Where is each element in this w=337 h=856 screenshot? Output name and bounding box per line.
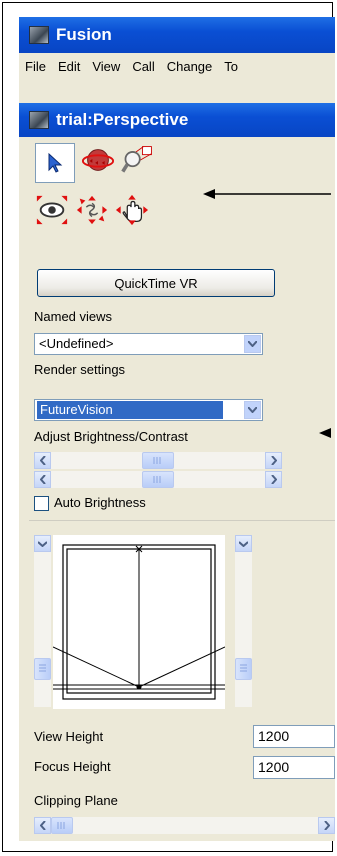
navigation-tools-row-2 xyxy=(35,193,149,227)
navigation-tools-row-1 xyxy=(35,143,155,183)
view-height-scrollbar[interactable] xyxy=(34,535,51,707)
fusion-window: Fusion File Edit View Call Change To tri… xyxy=(19,17,335,841)
panel-title: trial:Perspective xyxy=(56,110,189,129)
render-settings-value: FutureVision xyxy=(37,401,223,419)
orbit-icon[interactable] xyxy=(81,143,115,177)
brightness-slider[interactable] xyxy=(34,452,282,469)
named-views-value: <Undefined> xyxy=(39,336,114,351)
view-height-input[interactable]: 1200 xyxy=(253,725,335,748)
clipping-plane-label: Clipping Plane xyxy=(34,793,118,808)
scroll-left-icon[interactable] xyxy=(34,452,51,469)
render-settings-label: Render settings xyxy=(34,362,126,377)
brightness-thumb[interactable] xyxy=(142,452,174,469)
zoom-window-icon[interactable] xyxy=(121,143,155,177)
scroll-left-icon[interactable] xyxy=(34,817,51,834)
brightness-contrast-label: Adjust Brightness/Contrast xyxy=(34,429,188,444)
pointer-arrow-icon[interactable] xyxy=(35,143,75,183)
view-height-thumb[interactable] xyxy=(34,658,51,680)
auto-brightness-checkbox[interactable] xyxy=(34,496,49,511)
contrast-slider[interactable] xyxy=(34,471,282,488)
named-views-label: Named views xyxy=(34,309,113,324)
app-title: Fusion xyxy=(56,25,112,44)
scroll-down-icon[interactable] xyxy=(34,535,51,552)
spin-icon[interactable] xyxy=(75,193,109,227)
panel-titlebar[interactable]: trial:Perspective xyxy=(19,103,335,137)
render-settings-select[interactable]: FutureVision xyxy=(34,399,263,421)
focus-height-label: Focus Height xyxy=(34,759,111,774)
menu-file[interactable]: File xyxy=(19,59,52,74)
divider xyxy=(29,520,335,521)
view-height-label: View Height xyxy=(34,729,104,744)
clipping-plane-thumb[interactable] xyxy=(51,817,73,834)
scroll-right-icon[interactable] xyxy=(318,817,335,834)
chevron-down-icon[interactable] xyxy=(244,401,261,419)
pan-hand-icon[interactable] xyxy=(115,193,149,227)
menu-change[interactable]: Change xyxy=(161,59,219,74)
fusion-app-icon xyxy=(29,26,49,44)
menu-view[interactable]: View xyxy=(86,59,126,74)
chevron-down-icon[interactable] xyxy=(244,335,261,353)
scroll-right-icon[interactable] xyxy=(265,471,282,488)
focus-height-scrollbar[interactable] xyxy=(235,535,252,707)
panel-icon xyxy=(29,111,49,129)
app-titlebar[interactable]: Fusion xyxy=(19,17,335,53)
focus-height-thumb[interactable] xyxy=(235,658,252,680)
menu-to[interactable]: To xyxy=(218,59,244,74)
scroll-right-icon[interactable] xyxy=(265,452,282,469)
menu-bar: File Edit View Call Change To xyxy=(19,53,335,79)
height-diagram[interactable] xyxy=(53,535,225,709)
menu-edit[interactable]: Edit xyxy=(52,59,86,74)
scroll-left-icon[interactable] xyxy=(34,471,51,488)
scroll-down-icon[interactable] xyxy=(235,535,252,552)
annotation-arrow-icon xyxy=(319,428,331,438)
contrast-thumb[interactable] xyxy=(142,471,174,488)
annotation-arrow-icon xyxy=(203,189,331,199)
screenshot-frame: Fusion File Edit View Call Change To tri… xyxy=(2,2,335,852)
focus-height-input[interactable]: 1200 xyxy=(253,756,335,779)
auto-brightness-label: Auto Brightness xyxy=(54,495,146,510)
clipping-plane-slider[interactable] xyxy=(34,817,335,834)
menu-call[interactable]: Call xyxy=(126,59,160,74)
named-views-select[interactable]: <Undefined> xyxy=(34,333,263,355)
look-around-icon[interactable] xyxy=(35,193,69,227)
quicktime-vr-button[interactable]: QuickTime VR xyxy=(37,269,275,297)
